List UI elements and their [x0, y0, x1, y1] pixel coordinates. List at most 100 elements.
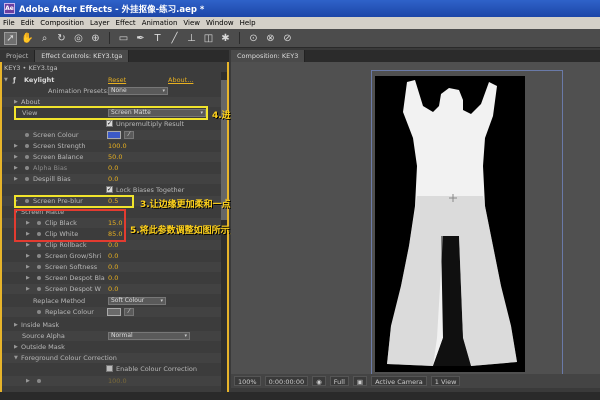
layer-label: KEY3 • KEY3.tga [4, 64, 58, 72]
stopwatch-icon[interactable] [37, 287, 41, 291]
stopwatch-icon[interactable] [37, 310, 41, 314]
despot-white-value[interactable]: 0.0 [108, 284, 118, 294]
despot-white-label: Screen Despot W [45, 285, 101, 293]
rotate-tool-icon[interactable]: ↻ [55, 32, 68, 45]
alpha-bias-value[interactable]: 0.0 [108, 163, 118, 173]
expand-triangle-icon[interactable]: ▶ [26, 251, 30, 261]
pen-tool-icon[interactable]: ✒ [134, 32, 147, 45]
timecode-display[interactable]: 0:00:00:00 [264, 376, 309, 386]
expand-triangle-icon[interactable]: ▶ [26, 284, 30, 294]
text-tool-icon[interactable]: T [151, 32, 164, 45]
menu-layer[interactable]: Layer [87, 19, 113, 27]
enable-correction-checkbox[interactable] [106, 365, 113, 372]
menu-window[interactable]: Window [203, 19, 237, 27]
despot-black-value[interactable]: 0.0 [108, 273, 118, 283]
outside-mask-row: ▶ Outside Mask [2, 342, 226, 352]
stopwatch-icon[interactable] [25, 166, 29, 170]
stopwatch-icon[interactable] [37, 276, 41, 280]
preblur-highlight-box [14, 195, 134, 208]
screen-strength-value[interactable]: 100.0 [108, 141, 127, 151]
expand-triangle-icon[interactable]: ▶ [26, 262, 30, 272]
menu-view[interactable]: View [180, 19, 203, 27]
resolution-dropdown[interactable]: Full [329, 376, 349, 386]
clip-highlight-box [14, 209, 126, 242]
last-value[interactable]: 100.0 [108, 376, 127, 386]
eyedropper-icon[interactable]: ⁄ [124, 308, 134, 316]
expand-triangle-icon[interactable]: ▶ [14, 163, 18, 173]
presets-dropdown[interactable]: None [108, 87, 168, 95]
expand-triangle-icon[interactable]: ▶ [14, 152, 18, 162]
replace-colour-label: Replace Colour [45, 308, 94, 316]
local-axis-icon[interactable]: ⊙ [247, 32, 260, 45]
despill-bias-value[interactable]: 0.0 [108, 174, 118, 184]
stopwatch-icon[interactable] [25, 177, 29, 181]
region-of-interest-icon[interactable]: ▣ [352, 376, 368, 386]
collapse-triangle-icon[interactable]: ▼ [4, 75, 8, 85]
mask-tool-icon[interactable]: ▭ [117, 32, 130, 45]
source-alpha-dropdown[interactable]: Normal [108, 332, 190, 340]
stopwatch-icon[interactable] [37, 254, 41, 258]
composition-footer: 100% 0:00:00:00 ◉ Full ▣ Active Camera 1… [231, 374, 600, 388]
tab-composition[interactable]: Composition: KEY3 [231, 50, 306, 62]
lock-biases-checkbox[interactable]: ✓ [106, 186, 113, 193]
matte-preview[interactable] [375, 76, 525, 372]
zoom-tool-icon[interactable]: ⌕ [38, 32, 51, 45]
expand-triangle-icon[interactable]: ▶ [14, 342, 18, 352]
stopwatch-icon[interactable] [37, 265, 41, 269]
expand-triangle-icon[interactable]: ▶ [14, 320, 18, 330]
stopwatch-icon[interactable] [25, 155, 29, 159]
tab-project[interactable]: Project [0, 50, 36, 62]
grow-shrink-value[interactable]: 0.0 [108, 251, 118, 261]
tab-effect-controls[interactable]: Effect Controls: KEY3.tga [35, 50, 130, 62]
screen-balance-value[interactable]: 50.0 [108, 152, 122, 162]
expand-triangle-icon[interactable]: ▶ [26, 273, 30, 283]
composition-viewer[interactable] [231, 62, 600, 376]
replace-method-dropdown[interactable]: Soft Colour [108, 297, 166, 305]
effect-name: Keylight [24, 76, 55, 84]
collapse-triangle-icon[interactable]: ▼ [14, 353, 18, 363]
eraser-tool-icon[interactable]: ◫ [202, 32, 215, 45]
softness-value[interactable]: 0.0 [108, 262, 118, 272]
brush-tool-icon[interactable]: ╱ [168, 32, 181, 45]
menu-file[interactable]: File [0, 19, 18, 27]
screen-colour-swatch[interactable] [107, 131, 121, 139]
left-panel-tabs: Project Effect Controls: KEY3.tga [0, 50, 229, 62]
view-axis-icon[interactable]: ⊘ [281, 32, 294, 45]
right-panel-tabs: Composition: KEY3 [231, 50, 600, 62]
menu-edit[interactable]: Edit [18, 19, 38, 27]
reset-link[interactable]: Reset [108, 75, 126, 85]
screen-strength-row: ▶ Screen Strength 100.0 [2, 141, 226, 151]
camera-snapshot-icon[interactable]: ◉ [312, 376, 326, 386]
window-title: Adobe After Effects - 外挂抠像-练习.aep * [19, 4, 205, 15]
screen-colour-label: Screen Colour [33, 131, 79, 139]
bottom-panel-strip [0, 392, 600, 400]
stopwatch-icon[interactable] [37, 379, 41, 383]
camera-tool-icon[interactable]: ◎ [72, 32, 85, 45]
stopwatch-icon[interactable] [37, 243, 41, 247]
view-layout-dropdown[interactable]: 1 View [430, 376, 461, 386]
eyedropper-icon[interactable]: ⁄ [124, 131, 134, 139]
menu-composition[interactable]: Composition [37, 19, 87, 27]
magnification-dropdown[interactable]: 100% [234, 376, 261, 386]
expand-triangle-icon[interactable]: ▶ [26, 376, 30, 386]
fx-icon[interactable]: ƒ [13, 75, 16, 85]
clone-stamp-tool-icon[interactable]: ⊥ [185, 32, 198, 45]
active-camera-dropdown[interactable]: Active Camera [371, 376, 427, 386]
expand-triangle-icon[interactable]: ▶ [14, 141, 18, 151]
menu-help[interactable]: Help [237, 19, 259, 27]
animation-presets-row: Animation Presets: None [2, 86, 226, 96]
unpremultiply-checkbox[interactable]: ✓ [106, 120, 113, 127]
world-axis-icon[interactable]: ⊗ [264, 32, 277, 45]
about-link[interactable]: About... [168, 75, 193, 85]
replace-colour-swatch[interactable] [107, 308, 121, 316]
stopwatch-icon[interactable] [25, 133, 29, 137]
selection-tool-icon[interactable]: ➚ [4, 31, 17, 45]
stopwatch-icon[interactable] [25, 144, 29, 148]
screen-balance-label: Screen Balance [33, 153, 84, 161]
pan-behind-tool-icon[interactable]: ⊕ [89, 32, 102, 45]
hand-tool-icon[interactable]: ✋ [21, 32, 34, 45]
menu-animation[interactable]: Animation [139, 19, 181, 27]
expand-triangle-icon[interactable]: ▶ [14, 174, 18, 184]
puppet-tool-icon[interactable]: ✱ [219, 32, 232, 45]
menu-effect[interactable]: Effect [113, 19, 139, 27]
